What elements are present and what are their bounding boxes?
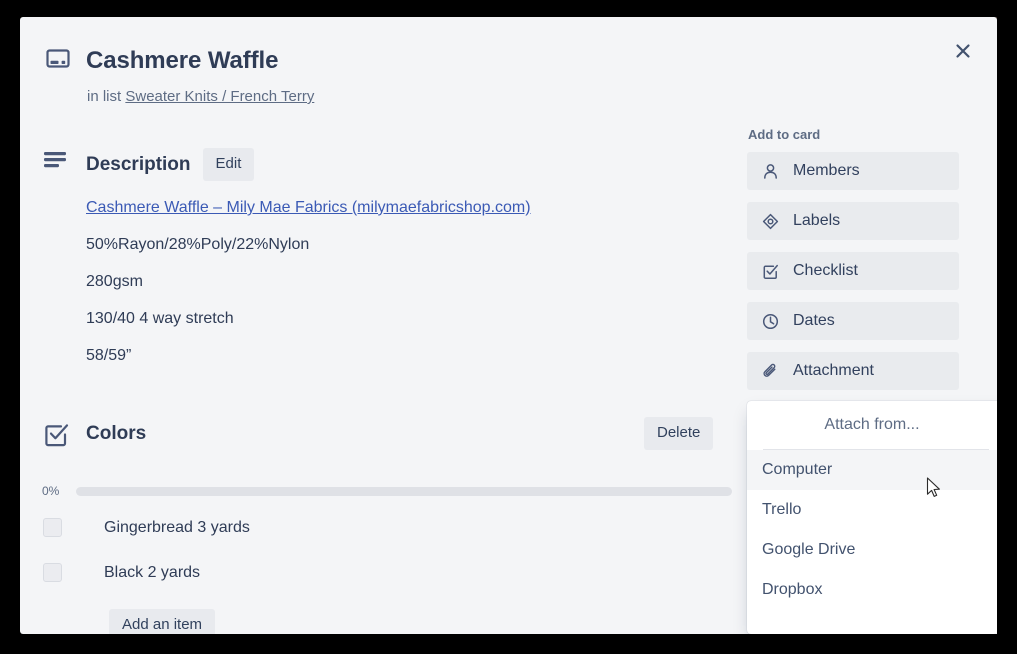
attach-option-trello[interactable]: Trello [747,490,997,530]
checklist-progress: 0% [42,483,732,499]
delete-checklist-button[interactable]: Delete [644,417,714,450]
close-button[interactable] [943,31,983,71]
description-body: Cashmere Waffle – Mily Mae Fabrics (mily… [86,197,726,382]
page-title: Cashmere Waffle [86,47,279,74]
sidebar-item-label: Labels [793,212,841,229]
sidebar-heading: Add to card [748,127,821,142]
screen: Cashmere Waffle in list Sweater Knits / … [0,0,1017,654]
checklist-item-checkbox[interactable] [43,563,62,582]
progress-bar [76,486,732,496]
description-line: 58/59” [86,347,132,364]
checklist-icon [43,421,70,448]
card-detail-modal: Cashmere Waffle in list Sweater Knits / … [20,17,997,634]
sidebar-item-dates[interactable]: Dates [747,302,959,340]
description-header: Description Edit [86,148,255,181]
sidebar-item-checklist[interactable]: Checklist [747,252,959,290]
checklist-item-checkbox[interactable] [43,518,62,537]
sidebar-item-members[interactable]: Members [747,152,959,190]
in-list-prefix: in list [87,88,122,105]
sidebar-item-labels[interactable]: Labels [747,202,959,240]
close-icon [956,44,970,58]
checklist-item-label: Gingerbread 3 yards [104,519,250,536]
description-line: 280gsm [86,273,143,290]
list-link[interactable]: Sweater Knits / French Terry [125,88,314,105]
paperclip-icon [761,362,779,380]
card-icon [45,46,71,72]
checklist-item-label: Black 2 yards [104,564,201,581]
sidebar-item-label: Attachment [793,362,874,379]
description-line: 130/40 4 way stretch [86,310,234,327]
checkbox-check-icon [761,262,779,280]
attach-option-dropbox[interactable]: Dropbox [747,570,997,610]
progress-percent: 0% [42,484,60,498]
label-tag-icon [761,212,779,230]
edit-description-button[interactable]: Edit [202,148,255,181]
breadcrumb: in list Sweater Knits / French Terry [87,87,314,107]
checklist-item[interactable]: Black 2 yards [43,562,200,583]
checklist-item[interactable]: Gingerbread 3 yards [43,517,250,538]
description-heading: Description [86,153,191,175]
sidebar-item-attachment[interactable]: Attachment [747,352,959,390]
description-icon [42,148,70,172]
checklist-title: Colors [86,423,147,444]
add-checklist-item-button[interactable]: Add an item [109,609,216,634]
description-source-link[interactable]: Cashmere Waffle – Mily Mae Fabrics (mily… [86,199,531,216]
sidebar-item-label: Dates [793,312,835,329]
attach-option-google-drive[interactable]: Google Drive [747,530,997,570]
person-icon [761,162,779,180]
description-line: Cashmere Waffle – Mily Mae Fabrics (mily… [86,197,726,218]
add-to-card-sidebar: Add to card Members Labels Checklist Dat… [747,127,959,402]
clock-icon [761,312,779,330]
attach-from-popup: Attach from... Computer Trello Google Dr… [747,401,997,634]
popup-title: Attach from... [824,416,920,433]
sidebar-item-label: Checklist [793,262,858,279]
attach-option-computer[interactable]: Computer [747,450,997,490]
sidebar-item-label: Members [793,162,860,179]
description-line: 50%Rayon/28%Poly/22%Nylon [86,236,310,253]
